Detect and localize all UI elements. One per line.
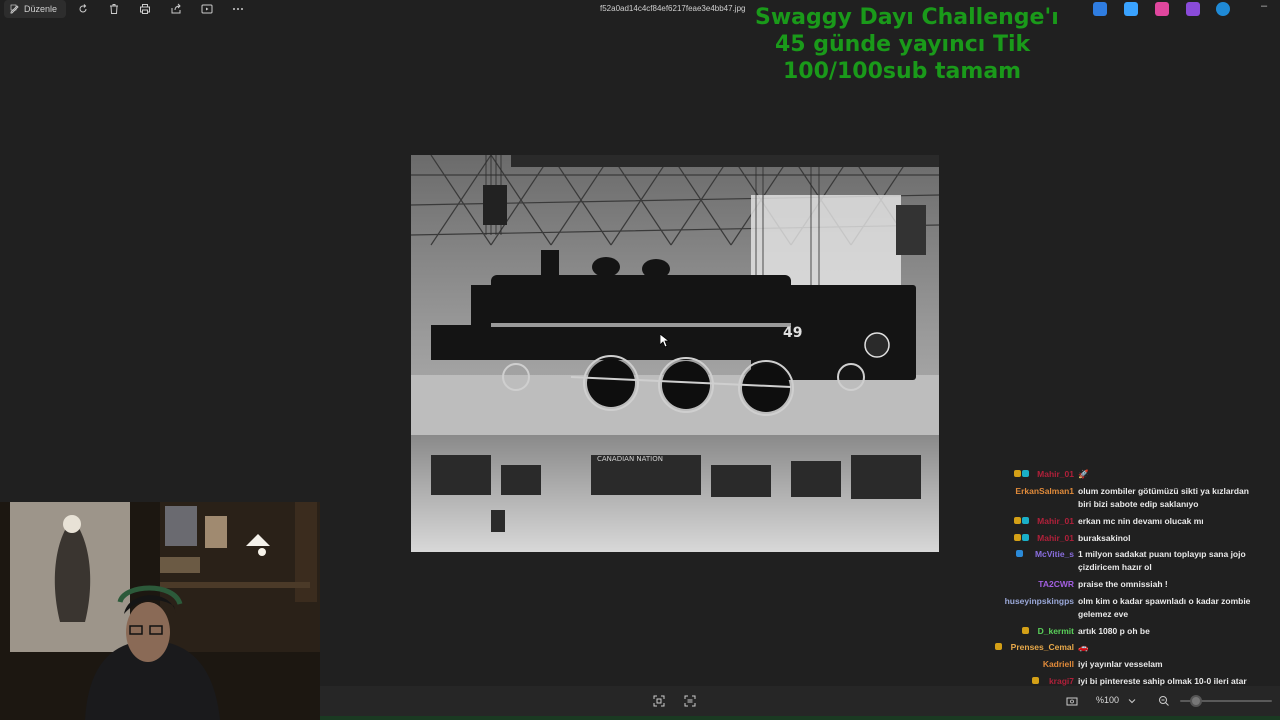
chat-message-text: buraksakinol [1078,533,1131,543]
app-tray-icon[interactable] [1124,2,1138,16]
chat-badge-icon [1021,470,1029,477]
slideshow-icon [201,4,213,14]
slideshow-button[interactable] [200,2,214,16]
chat-message-text: iyi yayınlar vesselam [1078,659,1163,669]
chat-badge-icon [1013,534,1021,541]
video-editor-icon[interactable] [1186,2,1200,16]
chat-badge-icon [1021,534,1029,541]
print-icon [140,4,150,14]
stream-overlay-text: Swaggy Dayı Challenge'ı 45 günde yayıncı… [755,4,1085,85]
edit-label: Düzenle [24,4,58,14]
locomotive-number: 49 [783,325,802,341]
delete-button[interactable] [107,2,121,16]
locomotive-photo: 49 CANADIAN NATION [411,155,939,552]
chat-username[interactable]: D_kermit [1038,625,1074,638]
stream-chat: Mahir_01 🚀 ErkanSalman1 olum zombiler götüm… [980,466,1280,720]
overlay-line-2: 45 günde yayıncı Tik [775,32,1031,57]
main-photo[interactable]: 49 CANADIAN NATION [411,155,939,552]
chat-badge-icon [1016,550,1024,557]
share-icon [171,3,181,14]
zoom-level[interactable]: %100 [1096,695,1119,705]
chat-username[interactable]: Mahir_01 [1037,515,1074,528]
viewer-bottom-bar: %100 [320,686,1280,716]
chat-badge-icon [1013,470,1021,477]
app-tray-icon[interactable] [1155,2,1169,16]
chat-badge-icon [995,643,1003,650]
onedrive-icon[interactable] [1216,2,1230,16]
webcam-overlay [0,502,320,720]
overlay-line-3: 100/100sub tamam [783,59,1022,84]
fit-to-window-icon[interactable] [653,695,665,707]
trash-icon [110,4,118,14]
chat-badges [1013,470,1029,477]
edit-icon [10,4,19,14]
overlay-line-1: Swaggy Dayı Challenge'ı [755,5,1059,30]
zoom-slider-thumb[interactable] [1190,695,1202,707]
zoom-out-icon[interactable] [1158,695,1170,707]
chat-username[interactable]: Kadriell [1043,658,1074,671]
chevron-down-icon[interactable] [1128,697,1136,705]
chat-badge-icon [1032,677,1040,684]
bottom-accent-line [320,716,1280,720]
chat-message-text: 🚗 [1078,642,1089,652]
photo-banner-text: CANADIAN NATION [597,455,663,463]
chat-username[interactable]: McVitie_s [1035,548,1074,561]
chat-badge-icon [1013,517,1021,524]
print-button[interactable] [138,2,152,16]
chat-badges [1021,627,1029,634]
edit-button[interactable]: Düzenle [4,0,66,18]
chat-badges [1032,677,1040,684]
minimize-button[interactable]: – [1261,0,1267,12]
chat-badges [995,643,1003,650]
chat-message-text: praise the omnissiah ! [1078,579,1168,589]
rotate-icon [79,4,87,13]
chat-message-text: 1 milyon sadakat puanı toplayıp sana joj… [1078,549,1246,572]
more-button[interactable] [231,2,245,16]
chat-badges [1013,517,1029,524]
rotate-button[interactable] [76,2,90,16]
chat-badge-icon [1021,517,1029,524]
more-icon [233,8,243,10]
chat-username[interactable]: Mahir_01 [1037,532,1074,545]
photo-viewer-toolbar: Düzenle f52a0ad14c4cf84ef6217feae3e4bb47… [0,0,1280,18]
chat-username[interactable]: Mahir_01 [1037,468,1074,481]
chat-username[interactable]: Prenses_Cemal [1011,641,1074,654]
chat-message-text: artık 1080 p oh be [1078,626,1150,636]
share-button[interactable] [169,2,183,16]
chat-username[interactable]: TA2CWR [1038,578,1074,591]
streamer-webcam-image [0,502,320,720]
chat-badges [1013,534,1029,541]
copilot-icon[interactable] [1093,2,1107,16]
chat-badge-icon [1021,627,1029,634]
chat-badges [1016,550,1024,557]
chat-username[interactable]: ErkanSalman1 [1015,485,1074,498]
chat-username[interactable]: huseyinpskingps [1005,595,1074,608]
chat-message-text: olm kim o kadar spawnladı o kadar zombie… [1078,596,1251,619]
chat-message-text: erkan mc nin devamı olucak mı [1078,516,1204,526]
chat-message-text: olum zombiler götümüzü sikti ya kızlarda… [1078,486,1249,509]
actual-size-icon[interactable] [1066,695,1078,707]
file-name: f52a0ad14c4cf84ef6217feae3e4bb47.jpg [600,4,746,13]
mouse-cursor-icon [660,334,670,348]
chat-message-text: 🚀 [1078,469,1089,479]
scan-text-icon[interactable] [684,695,696,707]
